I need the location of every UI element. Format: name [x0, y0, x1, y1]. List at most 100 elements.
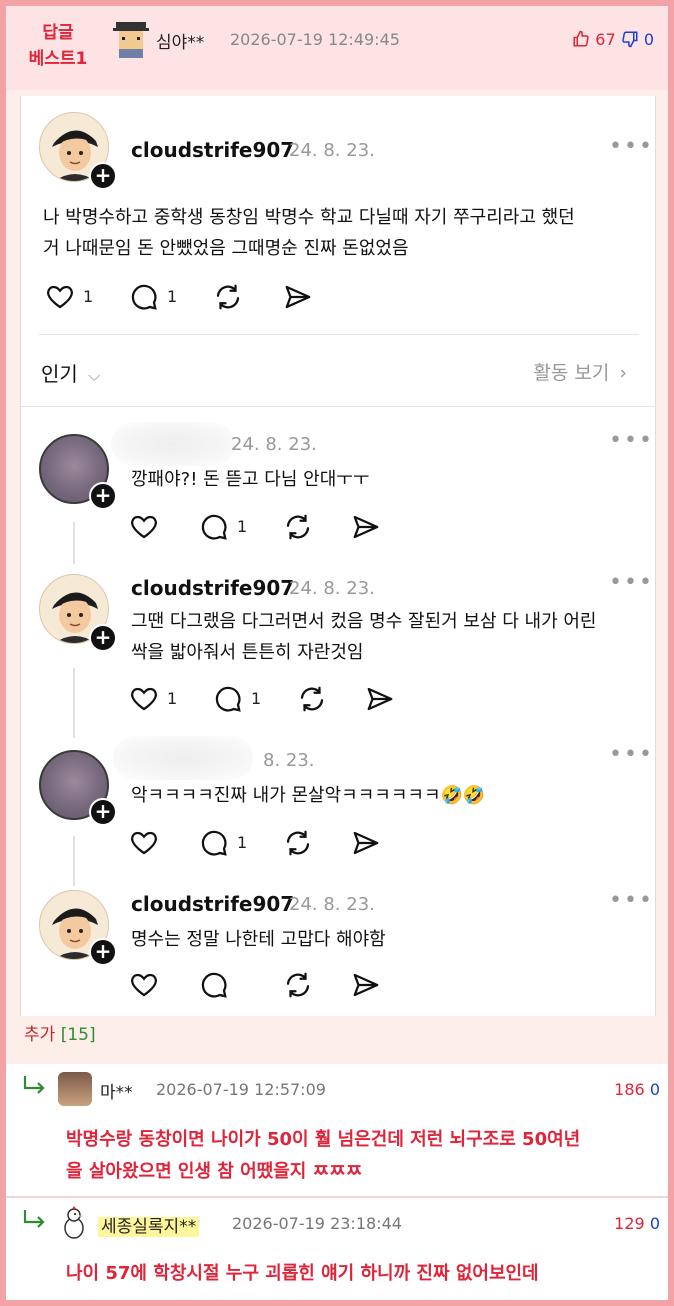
repost-button[interactable] [283, 968, 315, 1002]
comment-text: 깡패야?! 돈 뜯고 다님 안대ㅜㅜ [131, 469, 370, 490]
reply-date: 2026-07-19 23:18:44 [232, 1214, 402, 1233]
best-reply-votes: 67 0 [572, 30, 654, 49]
follow-plus-icon[interactable]: + [89, 482, 117, 510]
post-actions: 1 1 [45, 280, 345, 314]
like-button[interactable] [129, 826, 161, 860]
share-button[interactable] [365, 682, 397, 716]
downvote-count[interactable]: 0 [650, 1080, 660, 1099]
comment-text: 명수는 정말 나한테 고맙다 해야함 [131, 929, 386, 950]
add-count: [15] [60, 1025, 96, 1045]
best-reply-date: 2026-07-19 12:49:45 [230, 30, 400, 49]
speech-bubble-icon [201, 514, 227, 540]
main-post: + cloudstrife907 24. 8. 23. ••• 나 박명수하고 … [21, 96, 657, 336]
like-button[interactable] [129, 510, 161, 544]
avatar[interactable] [58, 1072, 92, 1106]
repost-button[interactable] [283, 826, 315, 860]
follow-plus-icon[interactable]: + [89, 938, 117, 966]
more-options-icon[interactable]: ••• [609, 570, 654, 595]
more-options-icon[interactable]: ••• [609, 742, 654, 767]
embedded-thread-screenshot: + cloudstrife907 24. 8. 23. ••• 나 박명수하고 … [20, 96, 657, 1016]
best-reply-badge: 답글 베스트1 [18, 20, 98, 72]
upvote-count[interactable]: 186 [614, 1080, 645, 1099]
blurred-username [113, 736, 253, 780]
more-options-icon[interactable]: ••• [609, 428, 654, 453]
reply-votes: 186 0 [614, 1080, 660, 1099]
heart-icon [131, 515, 157, 539]
pixel-avatar-icon [113, 22, 149, 58]
comment-date: 8. 23. [263, 750, 315, 771]
comment-actions: 1 [129, 510, 389, 544]
share-button[interactable] [351, 510, 383, 544]
more-options-icon[interactable]: ••• [609, 134, 654, 159]
thumbs-up-icon[interactable] [572, 30, 590, 48]
downvote-count[interactable]: 0 [650, 1214, 660, 1233]
post-text: 나 박명수하고 중학생 동창임 박명수 학교 다닐때 자기 쭈구리라고 했던 거… [43, 202, 643, 264]
sort-label: 인기 [41, 362, 78, 386]
reply-item: 세종실록지** 2026-07-19 23:18:44 129 0 나이 57에… [6, 1198, 668, 1300]
best-reply-frame: 답글 베스트1 심야** 2026-07-19 12:49:45 67 0 + … [6, 6, 668, 1300]
like-count: 1 [83, 287, 94, 306]
more-options-icon[interactable]: ••• [609, 888, 654, 913]
reply-item: 마** 2026-07-19 12:57:09 186 0 박명수랑 동창이면 … [6, 1064, 668, 1196]
comment-date: 24. 8. 23. [289, 578, 375, 599]
reply-author[interactable]: 세종실록지** [98, 1212, 200, 1237]
post-date: 24. 8. 23. [289, 140, 375, 161]
reply-arrow-icon [23, 1076, 45, 1094]
repost-icon [300, 686, 324, 712]
follow-plus-icon[interactable]: + [89, 798, 117, 826]
comment-username[interactable]: cloudstrife907 [131, 892, 294, 916]
comment-text: 그땐 다그랬음 다그러면서 컸음 명수 잘된거 보삼 다 내가 어린 싹을 밟아… [131, 606, 651, 668]
like-button[interactable] [129, 968, 161, 1002]
share-button[interactable] [351, 968, 383, 1002]
blurred-username [111, 422, 235, 466]
chicken-avatar-icon[interactable] [62, 1206, 86, 1240]
comment-count: 1 [237, 833, 248, 852]
repost-button[interactable] [283, 510, 315, 544]
best-reply-header: 답글 베스트1 심야** 2026-07-19 12:49:45 67 0 [6, 6, 668, 90]
reply-votes: 129 0 [614, 1214, 660, 1233]
post-text-line-1: 나 박명수하고 중학생 동창임 박명수 학교 다닐때 자기 쭈구리라고 했던 [43, 207, 575, 228]
comment-count: 1 [237, 517, 248, 536]
reply-arrow-icon [23, 1210, 45, 1228]
speech-bubble-icon [201, 830, 227, 856]
sort-dropdown[interactable]: 인기 ⌵ [41, 358, 100, 387]
reply-text: 박명수랑 동창이면 나이가 50이 훨 넘은건데 저런 뇌구조로 50여년 을 … [66, 1124, 656, 1188]
comment-button[interactable] [199, 968, 231, 1002]
view-activity-link[interactable]: 활동 보기 › [533, 358, 627, 385]
reply-text-line-2: 을 살아왔으면 인생 참 어땠을지 ㅉㅉㅉ [66, 1161, 363, 1182]
follow-plus-icon[interactable]: + [89, 624, 117, 652]
repost-button[interactable] [297, 682, 329, 716]
comment-text-line-1: 그땐 다그랬음 다그러면서 컸음 명수 잘된거 보삼 다 내가 어린 [131, 611, 597, 632]
comment-username[interactable]: cloudstrife907 [131, 576, 294, 600]
share-button[interactable] [283, 280, 315, 314]
post-username[interactable]: cloudstrife907 [131, 138, 294, 162]
badge-line-2: 베스트1 [28, 49, 88, 69]
send-icon [285, 285, 311, 309]
upvote-count[interactable]: 129 [614, 1214, 645, 1233]
repost-icon [216, 284, 240, 310]
comment-3: + 8. 23. ••• 악ㅋㅋㅋㅋ진짜 내가 몬살악ㅋㅋㅋㅋㅋㅋ🤣🤣 1 [21, 726, 657, 876]
comment-count: 1 [251, 689, 262, 708]
reply-text: 나이 57에 학창시절 누구 괴롭힌 얘기 하니까 진짜 없어보인데 [66, 1258, 656, 1290]
send-icon [353, 973, 379, 997]
reply-author[interactable]: 마** [100, 1078, 133, 1103]
chevron-right-icon: › [619, 362, 627, 384]
repost-button[interactable] [213, 280, 245, 314]
speech-bubble-icon [131, 284, 157, 310]
add-reply-link[interactable]: 추가 [15] [24, 1020, 96, 1045]
post-text-line-2: 거 나때문임 돈 안뺐었음 그때명순 진짜 돈없었음 [43, 238, 409, 259]
comment-actions [129, 968, 389, 1002]
comment-date: 24. 8. 23. [231, 434, 317, 455]
best-reply-author[interactable]: 심야** [156, 28, 204, 53]
follow-plus-icon[interactable]: + [89, 162, 117, 190]
repost-icon [286, 514, 310, 540]
heart-icon [47, 285, 73, 309]
thumbs-down-icon[interactable] [621, 30, 639, 48]
repost-icon [286, 972, 310, 998]
comment-2: + cloudstrife907 24. 8. 23. ••• 그땐 다그랬음 … [21, 554, 657, 724]
share-button[interactable] [351, 826, 383, 860]
comment-actions: 1 1 [129, 682, 409, 716]
reply-author-highlight: 세종실록지** [98, 1217, 200, 1237]
upvote-count: 67 [595, 30, 616, 49]
repost-icon [286, 830, 310, 856]
